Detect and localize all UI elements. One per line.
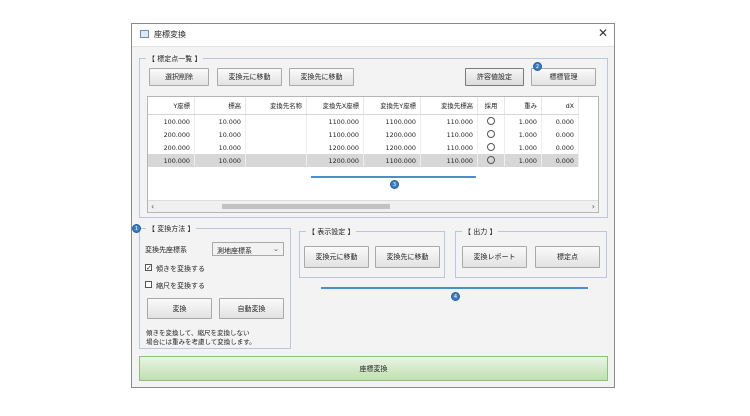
col-weight[interactable]: 重み xyxy=(504,97,542,115)
cell[interactable]: 200.000 xyxy=(148,128,195,141)
deselect-button[interactable]: 選択削除 xyxy=(149,68,209,86)
marker-1-label: 1 xyxy=(134,225,139,232)
auto-convert-button[interactable]: 自動変換 xyxy=(219,298,284,319)
col-dx[interactable]: dX xyxy=(541,97,579,115)
coordinate-transform-button[interactable]: 座標変換 xyxy=(139,356,608,381)
control-point-button[interactable]: 標定点 xyxy=(535,246,600,268)
tolerance-setting-button[interactable]: 許容値設定 xyxy=(465,68,524,86)
cell[interactable]: 10.000 xyxy=(194,141,246,154)
cell[interactable]: 10.000 xyxy=(194,114,246,128)
marker-1: 1 xyxy=(132,224,141,233)
output-legend: 【 出力 】 xyxy=(462,227,499,237)
window-title: 座標変換 xyxy=(154,30,186,39)
col-y[interactable]: Y座標 xyxy=(148,97,195,115)
rotate-checkbox-label: 傾きを変換する xyxy=(156,265,205,273)
report-button[interactable]: 変換レポート xyxy=(462,246,527,268)
marker-4: 4 xyxy=(451,292,460,301)
cell[interactable]: 1200.000 xyxy=(363,141,421,154)
cell[interactable]: 100.000 xyxy=(148,114,195,128)
adopt-radio[interactable] xyxy=(487,116,495,125)
cell[interactable]: 0.000 xyxy=(541,114,579,128)
target-crs-select[interactable]: 測地座標系 ⌄ xyxy=(212,242,284,256)
rotate-checkbox[interactable]: ✓ xyxy=(145,264,152,272)
marker-3: 3 xyxy=(390,180,399,189)
cell[interactable]: 1100.000 xyxy=(363,154,421,167)
adopt-cell[interactable] xyxy=(477,114,505,128)
cell[interactable]: 1200.000 xyxy=(306,141,364,154)
cell[interactable]: 1.000 xyxy=(504,114,542,128)
window-icon xyxy=(140,30,149,38)
cell[interactable]: 0.000 xyxy=(541,154,579,167)
control-manage-button[interactable]: 標標管理 xyxy=(531,68,596,86)
display-move-target-button[interactable]: 変換先に移動 xyxy=(375,246,440,268)
chevron-down-icon: ⌄ xyxy=(273,245,279,253)
col-target-x[interactable]: 変換先X座標 xyxy=(306,97,364,115)
cell[interactable]: 100.000 xyxy=(148,154,195,167)
cell[interactable]: 1.000 xyxy=(504,128,542,141)
col-target-y[interactable]: 変換先Y座標 xyxy=(363,97,421,115)
scrollbar-thumb[interactable] xyxy=(222,204,390,209)
cell[interactable] xyxy=(245,154,307,167)
adopt-cell[interactable] xyxy=(477,141,505,154)
target-crs-value: 測地座標系 xyxy=(217,247,252,255)
cell[interactable]: 1200.000 xyxy=(306,154,364,167)
move-to-source-button[interactable]: 変換元に移動 xyxy=(217,68,282,86)
cell[interactable]: 0.000 xyxy=(541,128,579,141)
marker-3-label: 3 xyxy=(392,181,397,188)
cell[interactable]: 110.000 xyxy=(420,154,478,167)
cell[interactable]: 110.000 xyxy=(420,128,478,141)
col-target-name[interactable]: 変換先名称 xyxy=(245,97,307,115)
cell[interactable]: 110.000 xyxy=(420,114,478,128)
display-move-source-button[interactable]: 変換元に移動 xyxy=(304,246,369,268)
adopt-radio[interactable] xyxy=(487,155,495,164)
adopt-radio[interactable] xyxy=(487,142,495,151)
cell[interactable]: 10.000 xyxy=(194,154,246,167)
points-grid: Y座標 標高 変換先名称 変換先X座標 変換先Y座標 変換先標高 採用 重み d… xyxy=(148,97,579,167)
marker-2-label: 2 xyxy=(535,63,540,70)
adopt-cell[interactable] xyxy=(477,154,505,167)
scale-checkbox[interactable] xyxy=(145,281,152,288)
scale-checkbox-label: 縮尺を変換する xyxy=(156,282,205,290)
control-points-legend: 【 標定点一覧 】 xyxy=(146,54,204,64)
scroll-left-icon[interactable]: ‹ xyxy=(151,202,154,211)
table-row[interactable]: 200.000 10.000 1200.000 1200.000 110.000… xyxy=(148,141,579,154)
table-header-row: Y座標 標高 変換先名称 変換先X座標 変換先Y座標 変換先標高 採用 重み d… xyxy=(148,97,579,115)
table-row[interactable]: 200.000 10.000 1100.000 1200.000 110.000… xyxy=(148,128,579,141)
scroll-right-icon[interactable]: › xyxy=(592,202,595,211)
cell[interactable]: 1100.000 xyxy=(306,114,364,128)
col-elev[interactable]: 標高 xyxy=(194,97,246,115)
display-settings-legend: 【 表示設定 】 xyxy=(306,227,357,237)
target-crs-label: 変換先座標系 xyxy=(145,246,187,254)
output-highlight-line xyxy=(321,287,588,289)
adopt-cell[interactable] xyxy=(477,128,505,141)
control-points-table[interactable]: Y座標 標高 変換先名称 変換先X座標 変換先Y座標 変換先標高 採用 重み d… xyxy=(147,96,599,213)
title-bar: 座標変換 ✕ xyxy=(132,24,614,47)
conversion-method-legend: 【 変換方法 】 xyxy=(146,224,197,234)
col-adopt[interactable]: 採用 xyxy=(477,97,505,115)
cell[interactable]: 110.000 xyxy=(420,141,478,154)
horizontal-scrollbar[interactable]: ‹ › xyxy=(148,200,598,212)
cell[interactable] xyxy=(245,128,307,141)
marker-4-label: 4 xyxy=(453,293,458,300)
note-line-2: 場合には重みを考慮して変換します。 xyxy=(146,338,256,346)
table-row[interactable]: 100.000 10.000 1100.000 1100.000 110.000… xyxy=(148,114,579,128)
cell[interactable] xyxy=(245,141,307,154)
cell[interactable] xyxy=(245,114,307,128)
convert-button[interactable]: 変換 xyxy=(147,298,212,319)
close-icon[interactable]: ✕ xyxy=(598,26,608,40)
cell[interactable]: 1100.000 xyxy=(306,128,364,141)
cell[interactable]: 1100.000 xyxy=(363,114,421,128)
cell[interactable]: 10.000 xyxy=(194,128,246,141)
cell[interactable]: 1.000 xyxy=(504,154,542,167)
col-target-elev[interactable]: 変換先標高 xyxy=(420,97,478,115)
move-to-target-button[interactable]: 変換先に移動 xyxy=(289,68,354,86)
adopt-radio[interactable] xyxy=(487,129,495,138)
table-row-selected[interactable]: 100.000 10.000 1200.000 1100.000 110.000… xyxy=(148,154,579,167)
table-highlight-line xyxy=(311,176,476,178)
cell[interactable]: 200.000 xyxy=(148,141,195,154)
marker-2: 2 xyxy=(533,62,542,71)
cell[interactable]: 1.000 xyxy=(504,141,542,154)
cell[interactable]: 1200.000 xyxy=(363,128,421,141)
cell[interactable]: 0.000 xyxy=(541,141,579,154)
